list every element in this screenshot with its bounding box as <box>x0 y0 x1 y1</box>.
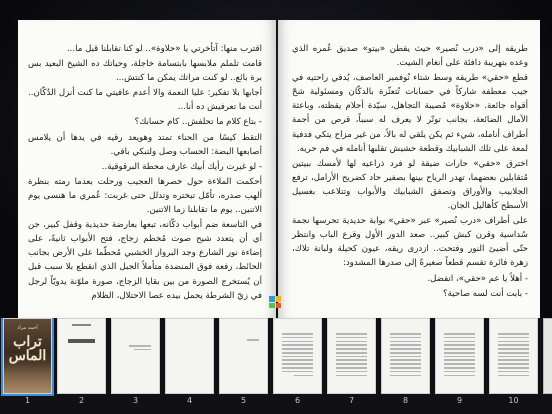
left-page[interactable]: اقترب منها: آتأخرتي يا «حلاوة».. لو كنا … <box>18 20 276 318</box>
thumbnail-page[interactable] <box>435 318 484 394</box>
thumbnail-cover[interactable]: أحمد مراد تراب الماس <box>1 318 54 396</box>
thumbnail-page[interactable] <box>489 318 538 394</box>
right-paragraph: - أهلاً يا عم «حقي»، اتفضل. <box>427 273 528 284</box>
right-paragraph: على أطراف «درب نُصير» عبر «حقي» بوابة حد… <box>292 216 528 269</box>
thumbnail-number: 3 <box>132 396 139 405</box>
left-paragraph: - لو غيرت رأيك أبيك عارف محطة البرقوقية.… <box>101 161 262 172</box>
thumbnail-page[interactable] <box>273 318 322 394</box>
thumbnail-number: 10 <box>508 396 519 405</box>
left-paragraph: - بتاع كلام ما تحلفش.. كام حسابك؟ <box>134 117 262 128</box>
cover-title: تراب الماس <box>8 334 47 364</box>
thumbnail-strip[interactable]: أحمد مراد تراب الماس 1 2 3 4 5 6 7 8 9 1… <box>0 318 552 414</box>
thumbnail-page[interactable] <box>219 318 268 394</box>
right-page[interactable]: طريقه إلى «درب نُصير» حيث يقطن «بيتو» صد… <box>278 20 540 318</box>
left-paragraph: اقترب منها: آتأخرتي يا «حلاوة».. لو كنا … <box>66 44 262 54</box>
thumbnail-number: 2 <box>78 396 85 405</box>
left-paragraph: أحكمت الملاءة حول خصرها العجيب ورحلت بعد… <box>28 176 262 216</box>
thumbnail-page[interactable] <box>327 318 376 394</box>
right-paragraph: طريقه إلى «درب نُصير» حيث يقطن «بيتو» صد… <box>292 44 528 69</box>
thumbnail-page[interactable] <box>57 318 106 394</box>
thumbnail-number: 9 <box>456 396 463 405</box>
reader-stage: اقترب منها: آتأخرتي يا «حلاوة».. لو كنا … <box>0 0 552 318</box>
right-paragraph: - بابت أنت لسه صاحية؟ <box>443 288 528 299</box>
right-paragraph: اخترق «حقي» حارات ضيقة لو فرد ذراعيه لها… <box>292 158 528 212</box>
thumbnail-number: 6 <box>294 396 301 405</box>
thumbnail-page[interactable] <box>111 318 160 394</box>
thumbnail-page[interactable] <box>381 318 430 394</box>
thumbnail-number: 4 <box>186 396 193 405</box>
left-paragraph: قامت تلملم ملابسها بابتسامة خاجلة، وحيات… <box>28 59 262 84</box>
cover-author: أحمد مراد <box>17 325 38 331</box>
right-paragraph: قطع «حقي» طريقه وسط شتاء نُوفمبر العاصف،… <box>292 73 528 154</box>
thumbnail-number: 7 <box>348 396 355 405</box>
cover-artwork <box>4 363 51 393</box>
thumbnail-number: 5 <box>240 396 247 405</box>
left-paragraph: التقط كيسًا من الحناء تمتد وهويعد رقيه ف… <box>28 132 262 157</box>
four-color-grid-icon[interactable] <box>269 296 281 308</box>
thumbnail-page[interactable] <box>165 318 214 394</box>
left-paragraph: أجابها بلا تفكير: عليا النعمة والا أعدم … <box>28 88 262 113</box>
thumbnail-partial[interactable] <box>543 318 552 394</box>
left-paragraph: في التاسعة ضم أبواب دكّانه، تبعها بعارضة… <box>28 220 262 301</box>
thumbnail-number: 8 <box>402 396 409 405</box>
thumbnail-number: 1 <box>24 396 31 405</box>
